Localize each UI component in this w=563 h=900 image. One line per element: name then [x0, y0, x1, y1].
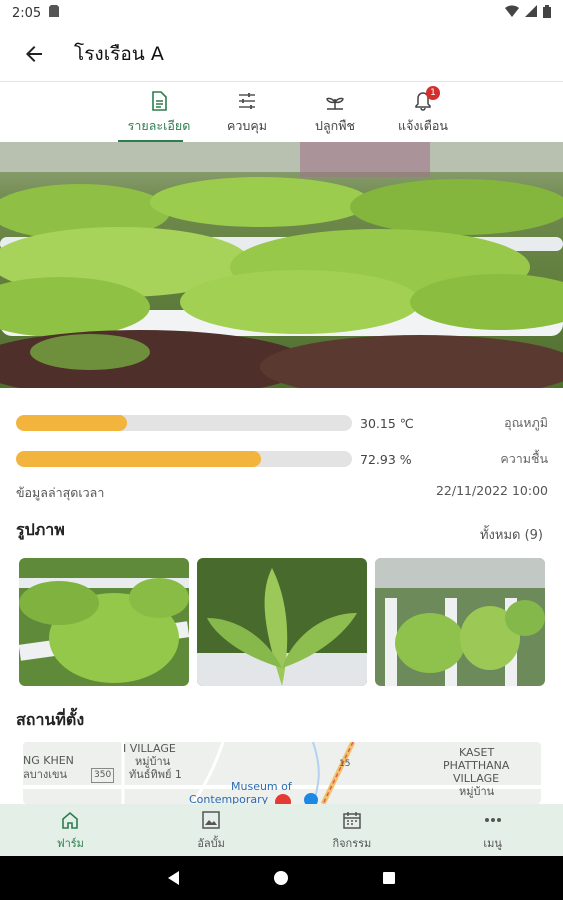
- nav-label: กิจกรรม: [332, 836, 372, 850]
- last-update-timestamp: 22/11/2022 10:00: [435, 483, 548, 498]
- sd-card-icon: [49, 5, 60, 21]
- map-label: Museum of: [231, 780, 292, 793]
- temperature-row: 30.15 ℃ อุณหภูมิ: [16, 405, 548, 441]
- temperature-value: 30.15 ℃: [360, 415, 414, 431]
- photo-thumbnail[interactable]: [19, 558, 189, 686]
- last-update-label: ข้อมูลล่าสุดเวลา: [16, 485, 105, 500]
- wifi-icon: [505, 5, 519, 21]
- temperature-label: อุณหภูมิ: [504, 415, 548, 430]
- tab-details[interactable]: รายละเอียด: [115, 84, 203, 142]
- back-triangle-icon[interactable]: [166, 870, 182, 886]
- photo-grid: [19, 558, 545, 686]
- tab-bar: รายละเอียด ควบคุม ปลูกพืช 1 แจ้งเตือน: [0, 84, 563, 142]
- humidity-row: 72.93 % ความชื้น: [16, 441, 548, 477]
- bottom-navigation: ฟาร์ม อัลบั้ม กิจกรรม เมนู: [0, 804, 563, 856]
- sensor-readings: 30.15 ℃ อุณหภูมิ 72.93 % ความชื้น ข้อมูล…: [16, 405, 548, 503]
- battery-icon: [543, 4, 551, 22]
- more-icon: [484, 817, 501, 822]
- road-number: 350: [91, 768, 115, 783]
- photo-thumbnail[interactable]: [197, 558, 367, 686]
- document-icon: [152, 91, 167, 111]
- map-label: หมู่บ้าน: [459, 785, 495, 798]
- location-map[interactable]: NG KHEN ลบางเขน 350 I VILLAGE หมู่บ้าน ท…: [23, 742, 541, 804]
- home-icon: [62, 811, 79, 829]
- recents-square-icon[interactable]: [381, 870, 397, 886]
- tab-label: ควบคุม: [227, 118, 267, 133]
- nav-label: ฟาร์ม: [56, 836, 84, 850]
- tab-label: แจ้งเตือน: [398, 118, 448, 133]
- photos-title: รูปภาพ: [16, 520, 65, 539]
- nav-menu[interactable]: เมนู: [422, 804, 563, 856]
- plant-icon: [326, 97, 344, 110]
- nav-label: เมนู: [483, 836, 502, 850]
- sliders-icon: [239, 93, 255, 109]
- greenhouse-photo: [0, 142, 563, 388]
- tab-notifications[interactable]: 1 แจ้งเตือน: [379, 84, 467, 142]
- map-label: PHATTHANA: [443, 759, 510, 772]
- humidity-label: ความชื้น: [500, 451, 548, 466]
- status-time: 2:05: [12, 5, 42, 21]
- view-all-photos-link[interactable]: ทั้งหมด (9): [480, 524, 543, 545]
- map-label: Contemporary: [189, 793, 269, 804]
- status-bar: 2:05: [0, 0, 563, 26]
- tab-label: ปลูกพืช: [315, 118, 355, 133]
- notification-badge: 1: [426, 86, 440, 100]
- arrow-left-icon: [26, 45, 42, 62]
- humidity-bar-fill: [16, 451, 262, 467]
- nav-album[interactable]: อัลบั้ม: [141, 804, 282, 856]
- map-label: KASET: [459, 746, 495, 759]
- calendar-icon: [343, 811, 361, 829]
- location-title: สถานที่ตั้ง: [16, 710, 85, 729]
- system-navigation-bar: [0, 856, 563, 900]
- back-button[interactable]: [12, 32, 56, 76]
- page-title: โรงเรือน A: [74, 42, 164, 65]
- map-label: ทันธ์ทิพย์ 1: [129, 768, 182, 781]
- temperature-bar: [16, 415, 352, 431]
- humidity-bar: [16, 451, 352, 467]
- temperature-bar-fill: [16, 415, 127, 431]
- tab-control[interactable]: ควบคุม: [203, 84, 291, 142]
- nav-farm[interactable]: ฟาร์ม: [0, 804, 141, 856]
- map-label: หมู่บ้าน: [135, 755, 171, 768]
- home-circle-icon[interactable]: [273, 870, 289, 886]
- tab-label: รายละเอียด: [127, 118, 191, 133]
- app-bar: โรงเรือน A: [0, 26, 563, 82]
- map-label: NG KHEN: [23, 754, 74, 767]
- map-label: I VILLAGE: [123, 742, 176, 755]
- nav-label: อัลบั้ม: [197, 836, 225, 850]
- map-label: VILLAGE: [453, 772, 500, 785]
- nav-activities[interactable]: กิจกรรม: [282, 804, 423, 856]
- signal-icon: [525, 5, 537, 21]
- last-update: ข้อมูลล่าสุดเวลา 22/11/2022 10:00: [16, 483, 548, 503]
- tab-planting[interactable]: ปลูกพืช: [291, 84, 379, 142]
- image-icon: [202, 810, 220, 829]
- map-label: ลบางเขน: [23, 768, 68, 781]
- road-number: 15: [339, 759, 351, 769]
- humidity-value: 72.93 %: [360, 451, 412, 467]
- photo-thumbnail[interactable]: [375, 558, 545, 686]
